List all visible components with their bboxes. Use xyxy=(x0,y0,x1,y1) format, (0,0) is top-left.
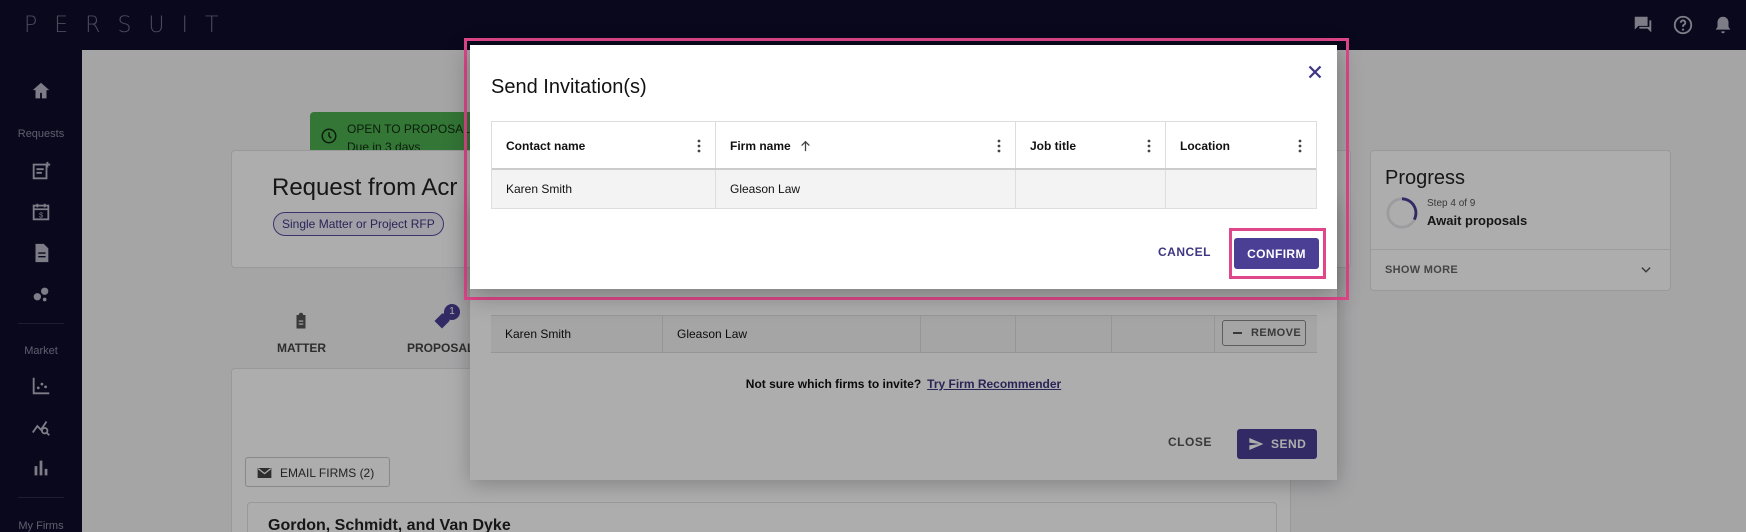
job-title-cell xyxy=(1016,170,1166,208)
column-label: Job title xyxy=(1030,139,1077,153)
send-invitations-dialog: Send Invitation(s) Contact name Firm nam… xyxy=(470,45,1337,289)
column-header-job-title[interactable]: Job title xyxy=(1016,122,1166,168)
column-header-firm-name[interactable]: Firm name xyxy=(716,122,1016,168)
column-label: Contact name xyxy=(506,139,586,153)
column-header-location[interactable]: Location xyxy=(1166,122,1316,168)
column-header-contact-name[interactable]: Contact name xyxy=(492,122,716,168)
contact-cell: Karen Smith xyxy=(492,170,716,208)
more-vert-icon[interactable] xyxy=(997,139,1001,153)
table-row: Karen Smith Gleason Law xyxy=(492,170,1316,208)
more-vert-icon[interactable] xyxy=(697,139,701,153)
location-cell xyxy=(1166,170,1316,208)
invitations-table: Contact name Firm name Job title Locatio… xyxy=(491,121,1317,209)
close-icon[interactable] xyxy=(1304,61,1326,83)
more-vert-icon[interactable] xyxy=(1298,139,1302,153)
sort-ascending-icon[interactable] xyxy=(800,140,811,152)
cancel-button[interactable]: CANCEL xyxy=(1158,245,1211,259)
column-label: Location xyxy=(1180,139,1230,153)
confirm-button[interactable]: CONFIRM xyxy=(1234,238,1319,269)
more-vert-icon[interactable] xyxy=(1147,139,1151,153)
column-label: Firm name xyxy=(730,139,791,153)
firm-cell: Gleason Law xyxy=(716,170,1016,208)
table-header: Contact name Firm name Job title Locatio… xyxy=(492,122,1316,170)
dialog-title: Send Invitation(s) xyxy=(491,76,647,98)
